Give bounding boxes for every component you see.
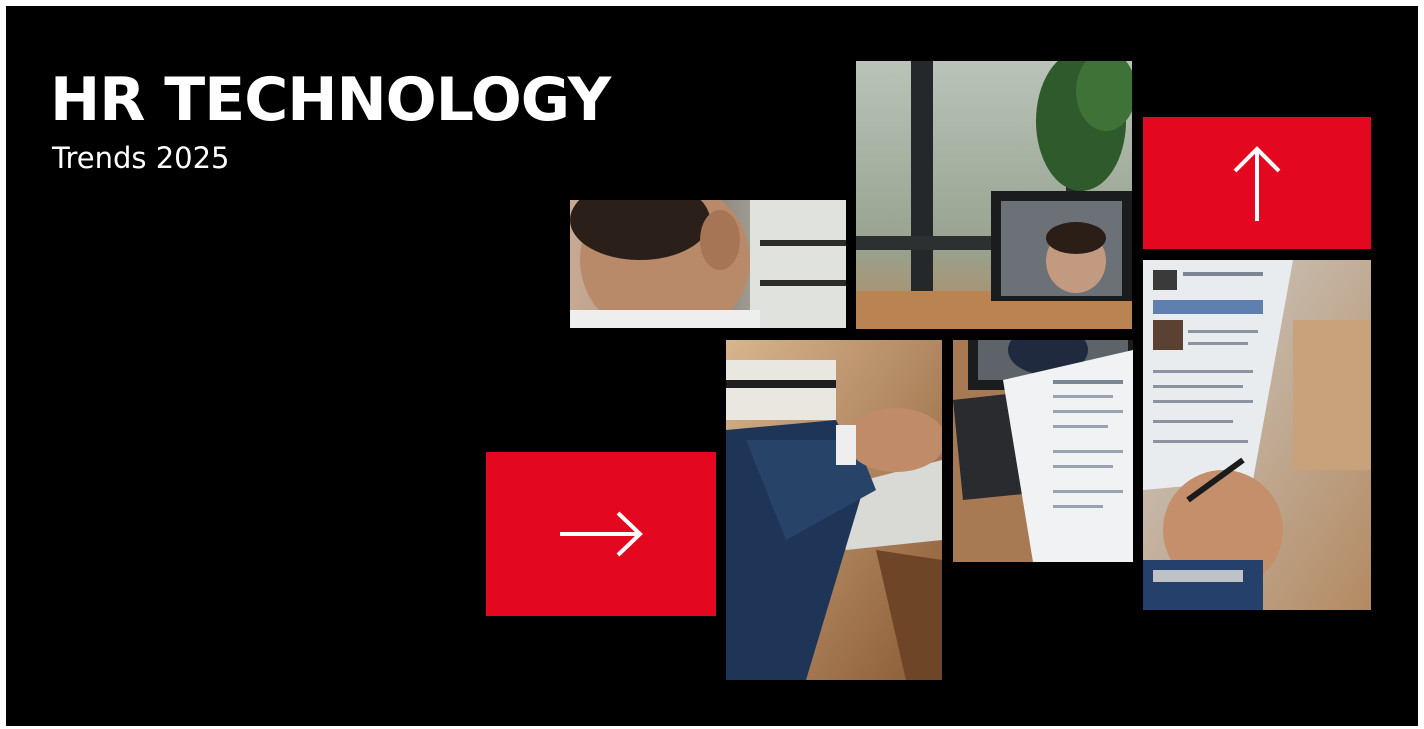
- slide: HR TECHNOLOGY Trends 2025: [0, 0, 1424, 729]
- photo-tile-typing-hands: [726, 340, 942, 680]
- arrow-up-icon: [1233, 146, 1281, 221]
- slide-canvas: HR TECHNOLOGY Trends 2025: [6, 6, 1418, 726]
- right-arrow-box: [486, 452, 716, 616]
- photo-tile-window-plant: [856, 61, 1132, 329]
- photo-tile-laptop-document: [953, 340, 1133, 562]
- slide-subtitle: Trends 2025: [52, 141, 230, 175]
- photo-tile-tablet-pen: [1143, 260, 1371, 610]
- slide-title: HR TECHNOLOGY: [50, 65, 611, 135]
- up-arrow-box: [1143, 117, 1371, 249]
- arrow-right-icon: [560, 511, 643, 557]
- photo-tile-man-profile: [570, 200, 846, 328]
